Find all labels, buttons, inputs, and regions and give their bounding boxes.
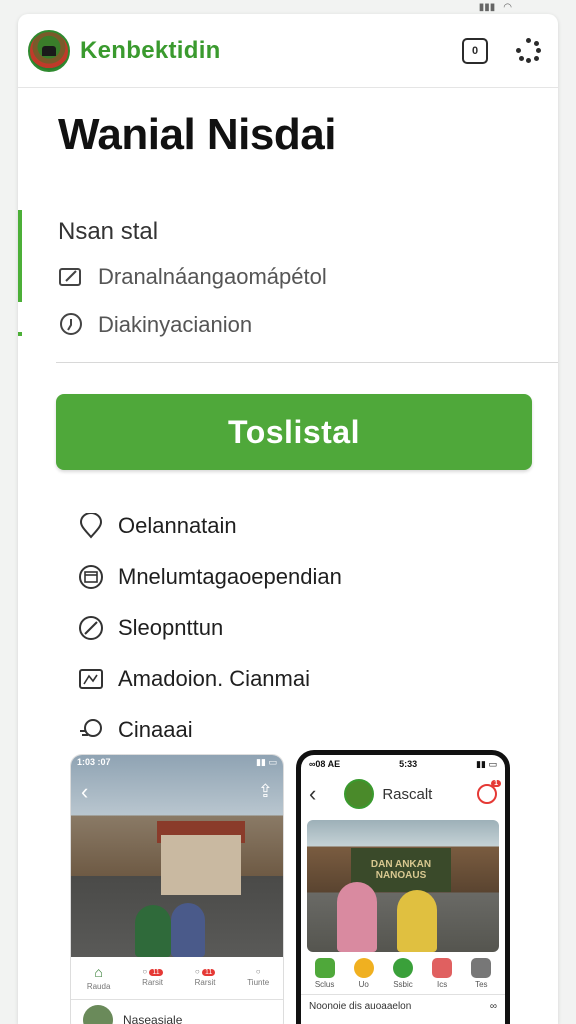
phone-header: ‹ Rascalt 1 [301, 774, 505, 814]
back-icon[interactable]: ‹ [309, 781, 316, 807]
menu-item-label: Mnelumtagaoependian [118, 563, 342, 589]
top-app-bar: Kenbektidin 0 [18, 14, 558, 88]
page-title: Wanial Nisdai [58, 110, 336, 159]
phone-footer: Naseasiale [71, 999, 283, 1024]
divider [56, 362, 558, 363]
edit-icon [58, 264, 84, 290]
calendar-icon [78, 564, 104, 590]
menu-item-label: Sleopnttun [118, 614, 224, 640]
chat-icon: ○ 11 [195, 967, 216, 976]
nav-item-home[interactable]: ⌂ Rauda [87, 964, 111, 991]
menu-item-pin[interactable]: Oelannatain [78, 500, 342, 551]
preview-photo: DAN ANKAN NANOAUS [307, 820, 499, 952]
info-row-edit[interactable]: Dranalnáangaomápétol [58, 264, 327, 290]
accent-dot [18, 332, 22, 336]
primary-action-button[interactable]: Toslistal [56, 394, 532, 470]
home-icon: ⌂ [94, 963, 103, 980]
phone-bottom-nav: ⌂ Rauda ○ 11 Rarsit ○ 11 Rarsit ○ Tiunte [71, 957, 283, 997]
menu-item-label: Cinaaai [118, 716, 193, 742]
compass-icon [78, 615, 104, 641]
tab-item[interactable]: Tes [471, 957, 492, 989]
info-row-label: Diakinyacianion [98, 312, 253, 337]
tab-item[interactable]: Uo [353, 957, 374, 989]
tab-icon [432, 957, 453, 978]
menu-item-label: Amadoion. Cianmai [118, 665, 310, 691]
signal-icon: ▮▮▮ [478, 1, 496, 13]
phone-status-bar: 1:03 :07 ▮▮ ▭ [77, 757, 277, 767]
main-card: Kenbektidin 0 Wanial Nisdai Nsan stal Dr [18, 14, 558, 1024]
circle-icon: ○ [255, 967, 261, 976]
phone-previews: 1:03 :07 ▮▮ ▭ ‹ ⇪ ⌂ Rauda ○ 11 Rarsit ○ … [70, 750, 510, 1024]
share-icon[interactable]: ⇪ [258, 781, 273, 802]
tab-icon [392, 957, 413, 978]
notification-icon[interactable]: 1 [477, 780, 501, 804]
system-status-bar: ▮▮▮ ◠ [0, 0, 576, 14]
square-icon[interactable]: 0 [462, 37, 488, 64]
menu-item-map[interactable]: Amadoion. Cianmai [78, 653, 342, 704]
wifi-icon: ◠ [503, 1, 512, 13]
battery-icon: ▮▮ ▭ [256, 757, 277, 767]
accent-bar [18, 210, 22, 302]
nav-item-profile[interactable]: ○ Tiunte [247, 967, 269, 987]
chat-icon: ○ 11 [142, 967, 163, 976]
chat-icon [78, 717, 104, 743]
location-icon [58, 312, 84, 338]
nav-item-messages[interactable]: ○ 11 Rarsit [142, 967, 163, 987]
info-section: Nsan stal Dranalnáangaomápétol Diakinyac… [18, 210, 558, 362]
tab-item[interactable]: Ics [432, 957, 453, 989]
nav-item-alerts[interactable]: ○ 11 Rarsit [195, 967, 216, 987]
map-icon [78, 666, 104, 692]
brand-name: Kenbektidin [80, 36, 221, 64]
menu-item-chat[interactable]: Cinaaai [78, 704, 342, 755]
tab-item[interactable]: Ssbic [392, 957, 413, 989]
avatar [344, 779, 375, 809]
info-row-label: Dranalnáangaomápétol [98, 264, 327, 289]
menu-list: Oelannatain Mnelumtagaoependian Sleopntt… [78, 500, 342, 755]
tab-icon [353, 957, 374, 978]
avatar [83, 1004, 113, 1024]
preview-photo [71, 755, 283, 957]
phone-tabs: Sclus Uo Ssbic Ics Tes [301, 952, 505, 994]
brand-logo [28, 29, 70, 72]
phone-preview-left[interactable]: 1:03 :07 ▮▮ ▭ ‹ ⇪ ⌂ Rauda ○ 11 Rarsit ○ … [70, 754, 284, 1024]
phone-status-bar: ∞08 AE 5:33 ▮▮ ▭ [309, 759, 497, 769]
pin-icon [78, 512, 104, 539]
back-icon[interactable]: ‹ [81, 779, 88, 805]
link-icon[interactable]: ∞ [490, 1001, 497, 1012]
menu-item-label: Oelannatain [118, 512, 237, 538]
phone-preview-right[interactable]: ∞08 AE 5:33 ▮▮ ▭ ‹ Rascalt 1 DAN ANKAN N… [296, 750, 510, 1024]
info-row-location[interactable]: Diakinyacianion [58, 312, 252, 338]
info-title: Nsan stal [58, 218, 159, 245]
menu-item-compass[interactable]: Sleopnttun [78, 602, 342, 653]
phone-bottom-bar: Noonoie dis auoaaelon ∞ [301, 994, 505, 1018]
tab-icon [471, 957, 492, 978]
tab-item[interactable]: Sclus [314, 957, 335, 989]
tab-icon [314, 957, 335, 978]
menu-item-calendar[interactable]: Mnelumtagaoependian [78, 551, 342, 602]
dots-grid-icon[interactable] [516, 37, 542, 64]
battery-icon: ▮▮ ▭ [476, 759, 497, 769]
